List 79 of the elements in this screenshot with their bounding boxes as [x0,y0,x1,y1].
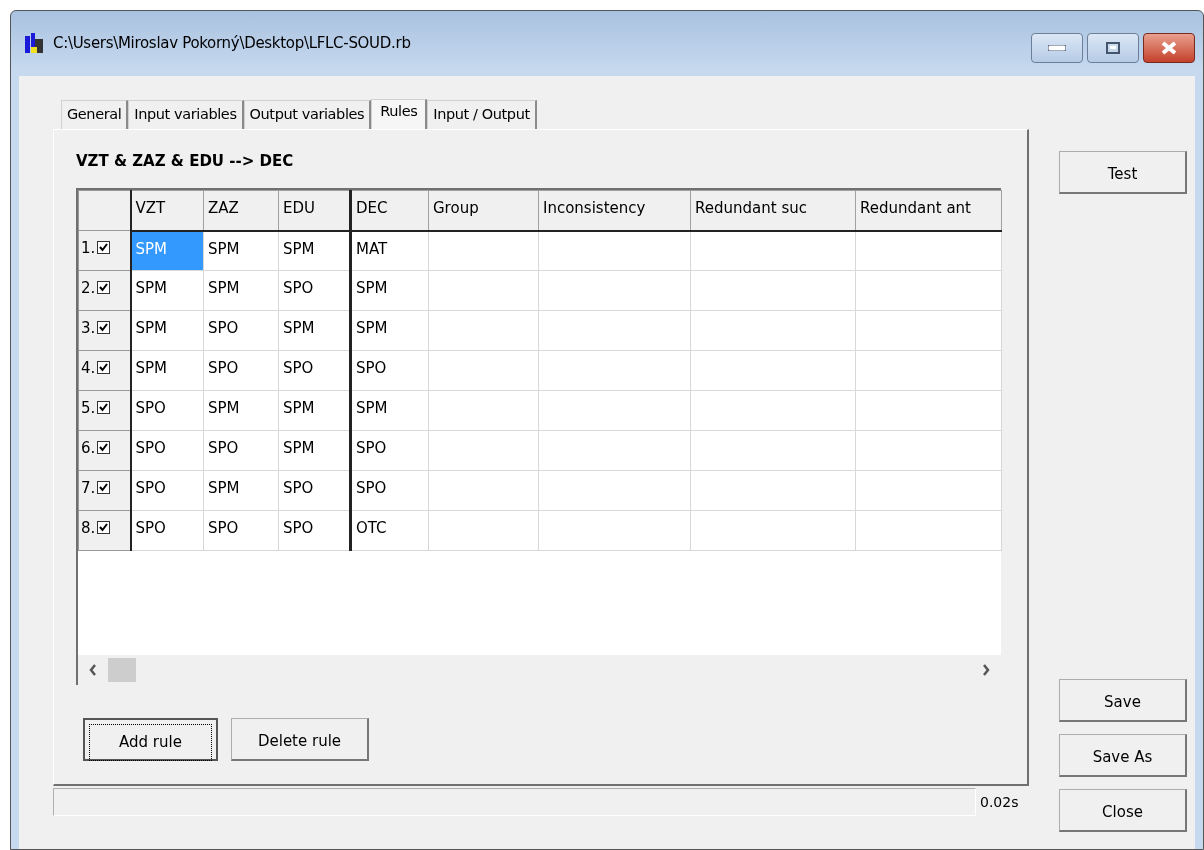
table-cell[interactable]: SPO [130,510,204,551]
column-header: Group [428,190,539,231]
minimize-button[interactable] [1031,33,1083,63]
table-cell[interactable]: SPO [130,430,204,471]
row-number: 3. [81,319,96,337]
table-cell[interactable]: SPM [278,390,351,431]
elapsed-time: 0.02s [980,792,1019,812]
tab[interactable]: Rules [371,99,428,129]
side-button[interactable]: Close [1059,789,1187,832]
table-cell[interactable]: SPO [350,470,429,511]
close-button[interactable] [1143,33,1195,63]
table-cell[interactable]: SPM [278,310,351,351]
table-cell[interactable]: MAT [350,230,429,271]
rule-checkbox[interactable] [97,361,111,374]
table-cell[interactable]: OTC [350,510,429,551]
rule-checkbox[interactable] [97,521,111,534]
tab[interactable]: Input variables [128,100,244,129]
table-cell[interactable]: SPO [203,310,279,351]
table-cell[interactable]: SPO [278,470,351,511]
table-cell[interactable]: SPM [350,390,429,431]
table-cell[interactable]: SPM [278,230,351,271]
delete-rule-button[interactable]: Delete rule [231,718,369,761]
column-header: Inconsistency [538,190,691,231]
table-cell[interactable]: SPO [130,470,204,511]
row-number: 7. [81,479,96,497]
rule-checkbox[interactable] [97,441,111,454]
column-header: Redundant ant [855,190,1002,231]
side-button[interactable]: Save [1059,679,1187,722]
column-header: ZAZ [203,190,279,231]
table-cell[interactable]: SPM [350,310,429,351]
window-title: C:\Users\Miroslav Pokorný\Desktop\LFLC-SOUD.rb [53,33,411,55]
table-cell[interactable]: SPO [278,510,351,551]
table-cell[interactable]: SPM [350,270,429,311]
rule-checkbox[interactable] [97,241,111,254]
rule-checkbox[interactable] [97,321,111,334]
tab[interactable]: Input / Output [427,100,537,129]
table-cell[interactable]: SPM [203,390,279,431]
table-cell[interactable]: SPM [203,230,279,271]
table-cell[interactable]: SPO [278,270,351,311]
table-cell[interactable]: SPO [278,350,351,391]
table-cell[interactable]: SPO [203,510,279,551]
scroll-thumb[interactable] [108,658,136,682]
table-cell[interactable]: SPM [130,270,204,311]
close-icon [1160,41,1178,55]
table-cell[interactable]: SPM [278,430,351,471]
table-cell[interactable]: SPM [203,270,279,311]
column-header: VZT [130,190,204,231]
row-number: 8. [81,519,96,537]
table-cell[interactable]: SPO [130,390,204,431]
table-cell[interactable]: SPM [130,310,204,351]
table-cell[interactable]: SPM [130,350,204,391]
column-header: Redundant suc [690,190,856,231]
add-rule-button[interactable]: Add rule [83,718,218,761]
row-number: 6. [81,439,96,457]
row-number: 4. [81,359,96,377]
table-cell[interactable]: SPO [350,350,429,391]
rule-checkbox[interactable] [97,281,111,294]
rule-checkbox[interactable] [97,401,111,414]
table-cell[interactable]: SPO [203,350,279,391]
side-button[interactable]: Test [1059,151,1187,194]
row-number: 1. [81,239,96,257]
minimize-icon [1048,45,1066,51]
rule-checkbox[interactable] [97,481,111,494]
table-cell[interactable]: SPM [203,470,279,511]
table-cell[interactable]: SPO [203,430,279,471]
rule-base-header: VZT & ZAZ & EDU --> DEC [76,151,295,172]
side-button[interactable]: Save As [1059,734,1187,777]
tab[interactable]: Output variables [243,100,372,129]
maximize-icon [1106,42,1120,54]
tab[interactable]: General [61,100,129,129]
maximize-button[interactable] [1087,33,1139,63]
column-header: DEC [350,190,429,231]
row-number: 5. [81,399,96,417]
scroll-left-icon[interactable] [89,664,97,676]
row-number: 2. [81,279,96,297]
column-header: EDU [278,190,351,231]
app-icon [25,32,45,55]
scroll-right-icon[interactable] [982,664,990,676]
table-cell[interactable]: SPO [350,430,429,471]
